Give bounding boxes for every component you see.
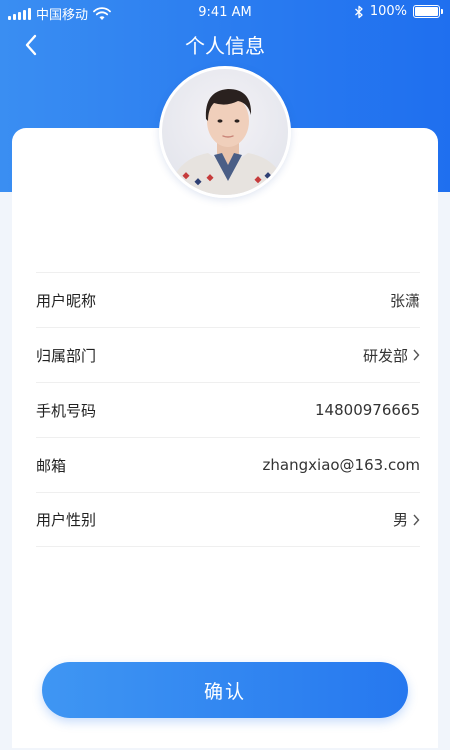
profile-field-row[interactable]: 用户性别 男: [36, 492, 420, 547]
field-value: 男: [392, 511, 408, 529]
field-value: 14800976665: [315, 401, 420, 419]
chevron-right-icon: [413, 349, 420, 361]
confirm-button[interactable]: 确认: [42, 662, 408, 718]
profile-field-row: 用户昵称 张潇: [36, 272, 420, 327]
chevron-right-icon: [413, 514, 420, 525]
page-title: 个人信息: [185, 34, 265, 58]
field-value: zhangxiao@163.com: [262, 456, 420, 474]
field-label: 用户昵称: [36, 291, 97, 310]
field-value: 研发部: [362, 346, 408, 365]
battery-percent: 100%: [369, 4, 407, 19]
profile-field-row: 邮箱 zhangxiao@163.com: [36, 437, 420, 492]
status-bar: 中国移动 9:41 AM 100%: [0, 0, 450, 28]
field-label: 用户性别: [36, 511, 97, 529]
avatar[interactable]: [159, 66, 291, 198]
profile-fields: 用户昵称 张潇归属部门 研发部手机号码 14800976665 邮箱 zhangxiao@…: [36, 272, 420, 547]
battery-icon: [413, 5, 443, 18]
user-avatar-photo: [171, 89, 285, 195]
field-label: 归属部门: [36, 346, 97, 365]
battery-level: [415, 7, 438, 16]
profile-screen: 中国移动 9:41 AM 100% 个人信息 用户昵称 张潇 归属部门 研发部 …: [0, 0, 450, 750]
profile-field-row: 手机号码 14800976665: [36, 382, 420, 437]
field-label: 手机号码: [36, 401, 97, 420]
profile-field-row[interactable]: 归属部门 研发部: [36, 327, 420, 382]
field-value: 张潇: [389, 291, 420, 310]
bluetooth-icon: [354, 5, 363, 18]
field-label: 邮箱: [36, 456, 67, 475]
